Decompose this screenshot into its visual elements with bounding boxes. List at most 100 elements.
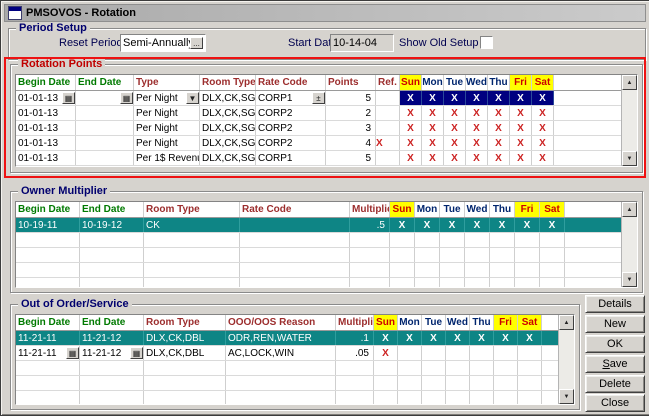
rate-cell[interactable]: CORP1± (256, 91, 326, 105)
room-cell[interactable]: CK (144, 218, 240, 232)
begin-cell[interactable] (16, 248, 80, 262)
room-cell[interactable]: DLX,CK,SGI (200, 91, 256, 105)
show-old-setup-checkbox[interactable] (480, 36, 493, 49)
rate-cell[interactable] (240, 233, 350, 247)
table-row[interactable]: 01-01-13▦▦Per Night▼DLX,CK,SGICORP1±5XXX… (16, 91, 621, 106)
details-button[interactable]: Details (585, 295, 645, 313)
day-cell[interactable] (490, 278, 515, 287)
mult-cell[interactable] (350, 233, 390, 247)
day-cell[interactable] (490, 263, 515, 277)
day-cell[interactable]: X (532, 91, 554, 105)
day-cell[interactable] (415, 278, 440, 287)
room-cell[interactable]: DLX,CK,SGK,K (200, 151, 256, 165)
reason-cell[interactable] (226, 376, 336, 390)
day-cell[interactable] (540, 263, 565, 277)
room-cell[interactable]: DLX,CK,DBL (144, 346, 226, 360)
day-cell[interactable]: X (466, 121, 488, 135)
day-cell[interactable]: X (444, 136, 466, 150)
day-cell[interactable]: X (532, 151, 554, 165)
day-cell[interactable] (440, 233, 465, 247)
new-button[interactable]: New (585, 315, 645, 333)
rate-cell[interactable]: CORP2 (256, 106, 326, 120)
mult-cell[interactable]: .5 (350, 218, 390, 232)
rate-cell[interactable] (240, 218, 350, 232)
day-cell[interactable]: X (398, 331, 422, 345)
begin-cell[interactable] (16, 278, 80, 287)
scroll-down-icon[interactable]: ▼ (559, 389, 574, 404)
begin-cell[interactable] (16, 376, 80, 390)
ref-cell[interactable]: X (376, 136, 400, 150)
scroll-up-icon[interactable]: ▲ (559, 315, 574, 330)
day-cell[interactable]: X (422, 91, 444, 105)
begin-cell[interactable]: 11-21-11 (16, 331, 80, 345)
room-cell[interactable] (144, 376, 226, 390)
end-cell[interactable] (80, 248, 144, 262)
table-row[interactable]: 11-21-11▦11-21-12▦DLX,CK,DBLAC,LOCK,WIN.… (16, 346, 558, 361)
day-cell[interactable]: X (466, 106, 488, 120)
mult-cell[interactable] (336, 361, 374, 375)
room-cell[interactable] (144, 391, 226, 404)
day-cell[interactable] (422, 346, 446, 360)
day-cell[interactable]: X (446, 331, 470, 345)
day-cell[interactable]: X (374, 331, 398, 345)
rate-cell[interactable]: CORP2 (256, 136, 326, 150)
day-cell[interactable] (540, 233, 565, 247)
day-cell[interactable] (440, 263, 465, 277)
room-cell[interactable] (144, 361, 226, 375)
mult-cell[interactable] (350, 278, 390, 287)
calendar-icon[interactable]: ▦ (62, 92, 75, 104)
day-cell[interactable] (470, 391, 494, 404)
day-cell[interactable]: X (465, 218, 490, 232)
day-cell[interactable]: X (422, 151, 444, 165)
day-cell[interactable] (540, 248, 565, 262)
day-cell[interactable]: X (466, 151, 488, 165)
day-cell[interactable] (440, 278, 465, 287)
day-cell[interactable] (446, 361, 470, 375)
begin-cell[interactable] (16, 263, 80, 277)
day-cell[interactable] (415, 263, 440, 277)
day-cell[interactable] (390, 263, 415, 277)
day-cell[interactable] (446, 391, 470, 404)
ref-cell[interactable] (376, 151, 400, 165)
day-cell[interactable]: X (494, 331, 518, 345)
reset-period-field[interactable]: Semi-Annually ... (120, 34, 206, 52)
end-cell[interactable] (76, 106, 134, 120)
ok-button[interactable]: OK (585, 335, 645, 353)
room-cell[interactable] (144, 248, 240, 262)
day-cell[interactable] (390, 233, 415, 247)
calendar-icon[interactable]: ▦ (66, 347, 79, 359)
end-cell[interactable] (80, 361, 144, 375)
day-cell[interactable]: X (510, 91, 532, 105)
day-cell[interactable] (470, 376, 494, 390)
day-cell[interactable] (415, 233, 440, 247)
day-cell[interactable]: X (488, 121, 510, 135)
ref-cell[interactable] (376, 106, 400, 120)
table-row[interactable]: 11-21-1111-21-12DLX,CK,DBLODR,REN,WATER.… (16, 331, 558, 346)
table-row[interactable] (16, 361, 558, 376)
day-cell[interactable] (440, 248, 465, 262)
day-cell[interactable]: X (510, 136, 532, 150)
mult-cell[interactable] (350, 248, 390, 262)
table-row[interactable]: 01-01-13Per NightDLX,CK,SGK,KCORP24XXXXX… (16, 136, 621, 151)
end-cell[interactable] (80, 233, 144, 247)
day-cell[interactable] (374, 376, 398, 390)
day-cell[interactable]: X (400, 91, 422, 105)
begin-cell[interactable]: 01-01-13 (16, 136, 76, 150)
room-cell[interactable]: DLX,CK,SGK,K (200, 136, 256, 150)
points-cell[interactable]: 5 (326, 91, 376, 105)
day-cell[interactable] (465, 233, 490, 247)
day-cell[interactable]: X (488, 136, 510, 150)
day-cell[interactable]: X (422, 106, 444, 120)
title-bar[interactable]: PMSOVOS - Rotation (4, 4, 646, 22)
day-cell[interactable] (515, 248, 540, 262)
table-row[interactable] (16, 248, 621, 263)
end-cell[interactable] (80, 376, 144, 390)
day-cell[interactable] (390, 278, 415, 287)
table-row[interactable] (16, 263, 621, 278)
end-cell[interactable] (80, 263, 144, 277)
ooo-scrollbar[interactable]: ▲ ▼ (558, 315, 574, 404)
end-cell[interactable] (76, 151, 134, 165)
rate-cell[interactable] (240, 263, 350, 277)
begin-cell[interactable]: 01-01-13 (16, 121, 76, 135)
end-cell[interactable] (76, 136, 134, 150)
